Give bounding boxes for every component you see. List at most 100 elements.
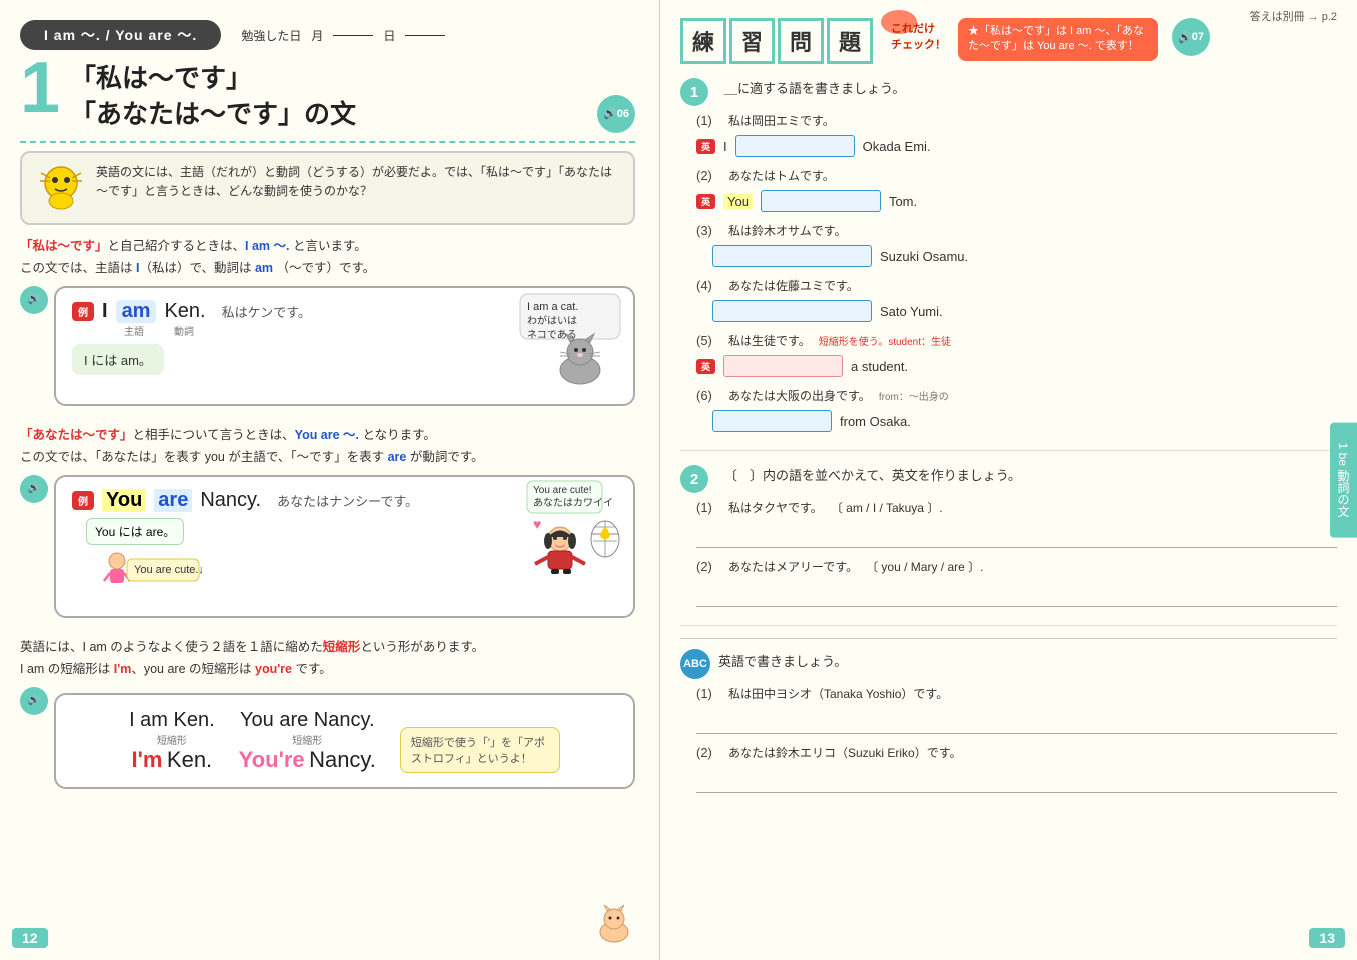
example-subject-I: I	[102, 300, 108, 323]
girl-illustration: You are cute! あなたはカワイイ	[525, 479, 625, 574]
answer-row-5: 英 a student.	[696, 355, 1337, 377]
badge-5: 英	[696, 359, 715, 374]
fill-box-4[interactable]	[712, 300, 872, 322]
day-box[interactable]	[405, 35, 445, 36]
answer-row-4: Sato Yumi.	[696, 300, 1337, 322]
ex1-item-4: (4) あなたは佐藤ユミです。 Sato Yumi.	[680, 277, 1337, 322]
check-badge: ★「私は～です」は I am ～、「あなた～です」は You are ～. で表…	[958, 18, 1158, 61]
example-translation-2: あなたはナンシーです。	[277, 491, 418, 510]
dotted-separator	[20, 141, 635, 143]
item-row-4: (4) あなたは佐藤ユミです。	[696, 277, 1337, 298]
char-2: 習	[729, 18, 775, 64]
abc-icon: ABC	[683, 658, 707, 670]
im-contracted: I'm Ken.	[129, 747, 215, 773]
exercise-2: 2 〔 〕内の語を並べかえて、英文を作りましょう。 (1) 私はタクヤです。 〔…	[680, 463, 1337, 607]
ex2-title-row: 2 〔 〕内の語を並べかえて、英文を作りましょう。	[680, 463, 1337, 493]
lesson-header: I am ～. / You are ～. 勉強した日 月 日	[20, 20, 635, 50]
audio-num-right: 07	[1192, 31, 1204, 43]
lesson-num-title-block: 1 「私は～です」 「あなたは～です」の文 🔊 06	[20, 60, 635, 133]
badge-2: 英	[696, 194, 715, 209]
svg-text:わがはいは: わがはいは	[527, 314, 577, 327]
ex2-num: 2	[680, 465, 708, 493]
fill-box-2[interactable]	[761, 190, 881, 212]
abc-badge: ABC	[680, 649, 710, 679]
ex1-title-row: 1 ＿に適する語を書きましょう。	[680, 76, 1337, 106]
example-you: You	[102, 489, 146, 512]
answer-line-2-1[interactable]	[696, 524, 1337, 548]
audio-circle-1[interactable]: 🔊	[20, 286, 48, 314]
answer-line-3-2[interactable]	[696, 769, 1337, 793]
iam-example-box: I am a cat. わがはいは ネコである	[54, 286, 635, 406]
study-date: 勉強した日 月 日	[241, 27, 445, 44]
page-number-right: 13	[1309, 928, 1345, 948]
check-label: これだけチェック！	[887, 18, 950, 54]
suffix-4: Sato Yumi.	[880, 304, 943, 319]
abc-header: ABC 英語で書きましょう。	[680, 649, 1337, 679]
are-blue: are	[388, 450, 407, 464]
fill-box-1[interactable]	[735, 135, 855, 157]
youare-highlight: 「あなたは～です」	[20, 428, 133, 442]
fill-box-6[interactable]	[712, 410, 832, 432]
day-label: 日	[383, 27, 395, 44]
audio-badge-right[interactable]: 🔊 07	[1172, 18, 1210, 56]
apostrophe-note: 短縮形で使う「'」を「アポストロフィ」というよ！	[400, 727, 560, 773]
ex1-instruction: ＿に適する語を書きましょう。	[724, 78, 905, 97]
ex3-label: 英語で書きましょう。	[718, 651, 847, 670]
svg-text:♥: ♥	[533, 516, 541, 532]
svg-text:I am a cat.: I am a cat.	[527, 301, 578, 313]
audio-circle-2[interactable]: 🔊	[20, 475, 48, 503]
item-num-2-1: (1)	[696, 500, 720, 515]
item-sentence-6: あなたは大阪の出身です。	[728, 387, 871, 404]
lesson-title-2: 「あなたは～です」の文	[70, 96, 356, 132]
youre-text: you're	[252, 662, 293, 676]
fill-box-3[interactable]	[712, 245, 872, 267]
im-label: 短縮形	[129, 732, 215, 747]
exercise-3: ABC 英語で書きましょう。 (1) 私は田中ヨシオ（Tanaka Yoshio…	[680, 638, 1337, 793]
small-doll: You are cute.↓	[102, 549, 202, 599]
sidebar-label: 1 be 動詞の文	[1330, 423, 1357, 538]
ref-note: 答えは別冊 → p.2	[1250, 8, 1337, 24]
answer-row-1: 英 I Okada Emi.	[696, 135, 1337, 157]
answer-line-2-2[interactable]	[696, 583, 1337, 607]
lesson-number: 1	[20, 52, 60, 124]
audio-circle-3[interactable]: 🔊	[20, 687, 48, 715]
ex2-item-1: (1) 私はタクヤです。 〔 am / I / Takuya 〕.	[680, 499, 1337, 548]
ex1-item-6: (6) あなたは大阪の出身です。 from：〜出身の from Osaka.	[680, 387, 1337, 432]
contraction-box: I am Ken. 短縮形 I'm Ken. You are Nancy. 短縮…	[54, 693, 635, 789]
fill-box-5[interactable]	[723, 355, 843, 377]
item-num-3-1: (1)	[696, 686, 720, 701]
answer-row-6: from Osaka.	[696, 410, 1337, 432]
renshu-header: 練 習 問 題 これだけチェック！ ★「私は～です」は I am ～、「あなた～…	[680, 18, 1337, 64]
youre-contracted: You're Nancy.	[239, 747, 376, 773]
item-row-2: (2) あなたはトムです。	[696, 167, 1337, 188]
audio-icon-1: 🔊	[28, 294, 40, 305]
month-box[interactable]	[333, 35, 373, 36]
suffix-2: Tom.	[889, 194, 917, 209]
vocab-note-5: 短縮形を使う。student：生徒	[819, 333, 951, 348]
youre-label: 短縮形	[239, 732, 376, 747]
svg-text:You are cute.↓: You are cute.↓	[134, 564, 202, 576]
speech-bubble-text: 英語の文には、主語（だれが）と動詞（どうする）が必要だよ。では、「私は～です」「…	[96, 163, 619, 201]
item-row-2-1: (1) 私はタクヤです。 〔 am / I / Takuya 〕.	[696, 499, 1337, 520]
textbook-spread: I am ～. / You are ～. 勉強した日 月 日 1 「私は～です」…	[0, 0, 1357, 960]
contraction-examples: I am Ken. 短縮形 I'm Ken. You are Nancy. 短縮…	[74, 709, 615, 773]
ex1-item-5: (5) 私は生徒です。 短縮形を使う。student：生徒 英 a studen…	[680, 332, 1337, 377]
item-sentence-2: あなたはトムです。	[728, 167, 835, 184]
char-4: 題	[827, 18, 873, 64]
item-num-6: (6)	[696, 388, 720, 403]
item-sentence-2-2: あなたはメアリーです。	[728, 558, 858, 575]
item-sentence-3-1: 私は田中ヨシオ（Tanaka Yoshio）です。	[728, 685, 948, 702]
item-row-1: (1) 私は岡田エミです。	[696, 112, 1337, 133]
item-num-2-2: (2)	[696, 559, 720, 574]
item-num-3: (3)	[696, 223, 720, 238]
iam-explanation: 「私は～です」と自己紹介するときは、I am ～. と言います。 この文では、主…	[20, 235, 635, 280]
audio-badge-left[interactable]: 🔊 06	[597, 95, 635, 133]
item-row-2-2: (2) あなたはメアリーです。 〔 you / Mary / are 〕.	[696, 558, 1337, 579]
item-sentence-2-1: 私はタクヤです。	[728, 499, 823, 516]
item-row-3: (3) 私は鈴木オサムです。	[696, 222, 1337, 243]
divider-2	[680, 625, 1337, 626]
am-note: I には am。	[72, 344, 164, 375]
badge-1: 英	[696, 139, 715, 154]
iam-highlight-text: 「私は～です」	[20, 239, 108, 253]
answer-line-3-1[interactable]	[696, 710, 1337, 734]
